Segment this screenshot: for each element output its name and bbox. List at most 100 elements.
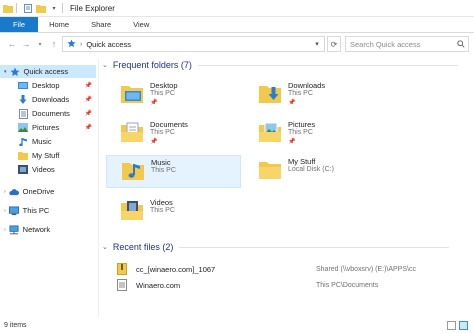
sidebar-item-onedrive[interactable]: › OneDrive [0, 185, 96, 198]
item-count: 9 items [4, 322, 27, 329]
archive-file-icon [116, 263, 128, 275]
chevron-down-icon[interactable]: ⌄ [102, 61, 108, 69]
folder-icon [18, 151, 28, 161]
text-file-icon [116, 279, 128, 291]
folder-name: Pictures [288, 120, 316, 129]
sidebar-item-label: Network [22, 225, 51, 234]
tiles-view-icon[interactable] [459, 321, 468, 330]
pin-icon: 📌 [150, 139, 158, 145]
recent-locations-icon[interactable]: ▾ [33, 37, 47, 51]
sidebar-item-music[interactable]: Music [0, 135, 96, 148]
documents-folder-icon [120, 120, 144, 144]
sidebar-item-label: Quick access [23, 67, 69, 76]
window-title: File Explorer [70, 3, 115, 13]
divider [179, 246, 450, 248]
sidebar-item-label: Music [32, 137, 52, 146]
folder-location: This PC [288, 90, 313, 97]
computer-icon [8, 205, 19, 216]
file-path: Shared (\\vboxsrv) (E:)\APPS\cc [316, 265, 416, 273]
cloud-icon [9, 187, 19, 197]
sidebar-item-this-pc[interactable]: › This PC [0, 204, 96, 217]
tab-view[interactable]: View [122, 17, 160, 32]
pin-icon: 📌 [84, 125, 92, 131]
list-item[interactable]: Winaero.com This PC\Documents [116, 278, 456, 292]
title-bar: ▾ File Explorer [0, 0, 474, 17]
chevron-right-icon[interactable]: › [4, 208, 6, 214]
back-arrow-icon[interactable]: ← [5, 37, 19, 51]
folder-name: My Stuff [288, 157, 316, 166]
properties-icon[interactable] [23, 3, 33, 13]
chevron-down-icon[interactable]: ▾ [4, 69, 7, 75]
chevron-right-icon[interactable]: › [4, 189, 6, 195]
tab-share[interactable]: Share [80, 17, 122, 32]
sidebar-item-downloads[interactable]: Downloads 📌 [0, 93, 96, 106]
chevron-down-icon[interactable]: ▾ [310, 40, 324, 48]
list-item[interactable]: cc_[winaero.com]_1067 Shared (\\vboxsrv)… [116, 262, 456, 276]
pin-icon: 📌 [84, 97, 92, 103]
folder-name: Desktop [150, 81, 178, 90]
folder-tile-desktop[interactable]: Desktop This PC 📌 [106, 79, 240, 109]
folder-tile-my-stuff[interactable]: My Stuff Local Disk (C:) [244, 155, 378, 185]
music-folder-icon [18, 137, 28, 147]
star-icon [10, 67, 20, 77]
sidebar-item-my-stuff[interactable]: My Stuff [0, 149, 96, 162]
divider [16, 3, 17, 13]
chevron-down-icon[interactable]: ⌄ [102, 243, 108, 251]
pane-divider[interactable] [98, 58, 99, 318]
search-input[interactable]: Search Quick access [345, 36, 469, 52]
frequent-folders-header[interactable]: ⌄ Frequent folders (7) [100, 60, 458, 70]
download-folder-icon [258, 81, 282, 105]
search-icon [454, 40, 468, 48]
desktop-folder-icon [18, 81, 28, 91]
folder-tile-music[interactable]: Music This PC [106, 155, 241, 188]
folder-icon [258, 157, 282, 181]
sidebar-item-label: This PC [22, 206, 50, 215]
folder-location: This PC [150, 90, 175, 97]
refresh-button[interactable]: ⟳ [327, 36, 341, 52]
file-name: Winaero.com [136, 280, 181, 290]
forward-arrow-icon[interactable]: → [19, 37, 33, 51]
up-arrow-icon[interactable]: ↑ [47, 37, 61, 51]
customize-quick-access-icon[interactable]: ▾ [49, 3, 59, 13]
sidebar-item-videos[interactable]: Videos [0, 163, 96, 176]
folder-tile-pictures[interactable]: Pictures This PC 📌 [244, 118, 378, 148]
details-view-icon[interactable] [447, 321, 456, 330]
folder-tile-documents[interactable]: Documents This PC 📌 [106, 118, 240, 148]
new-folder-icon[interactable] [36, 3, 46, 13]
sidebar-item-network[interactable]: › Network [0, 223, 96, 236]
sidebar-item-quick-access[interactable]: ▾ Quick access [0, 65, 96, 78]
pin-icon: 📌 [288, 100, 296, 106]
sidebar-item-pictures[interactable]: Pictures 📌 [0, 121, 96, 134]
pin-icon: 📌 [84, 83, 92, 89]
sidebar-item-desktop[interactable]: Desktop 📌 [0, 79, 96, 92]
folder-name: Documents [150, 120, 188, 129]
network-icon [9, 224, 19, 235]
sidebar-item-label: My Stuff [32, 151, 60, 160]
sidebar-item-label: Desktop [32, 81, 60, 90]
folder-tile-downloads[interactable]: Downloads This PC 📌 [244, 79, 378, 109]
music-folder-icon [121, 158, 145, 182]
navigation-pane: ▾ Quick access Desktop 📌 Downloads 📌 Doc… [0, 58, 98, 318]
folder-location: This PC [150, 207, 175, 214]
recent-files-header[interactable]: ⌄ Recent files (2) [100, 242, 450, 252]
sidebar-item-label: Downloads [32, 95, 70, 104]
chevron-right-icon[interactable]: › [4, 227, 6, 233]
sidebar-item-label: Documents [32, 109, 70, 118]
breadcrumb-separator: › [80, 40, 83, 48]
tab-home[interactable]: Home [38, 17, 80, 32]
status-bar: 9 items [0, 318, 474, 333]
folder-name: Downloads [288, 81, 326, 90]
folder-tile-videos[interactable]: Videos This PC [106, 196, 240, 226]
folder-location: This PC [288, 129, 313, 136]
star-icon [67, 38, 76, 50]
sidebar-item-label: Pictures [32, 123, 60, 132]
videos-folder-icon [18, 165, 28, 175]
address-bar[interactable]: › Quick access ▾ [62, 36, 325, 52]
tab-file[interactable]: File [0, 17, 39, 32]
folder-location: This PC [151, 167, 176, 174]
breadcrumb[interactable]: Quick access [86, 40, 131, 49]
pictures-folder-icon [258, 120, 282, 144]
section-title: Frequent folders (7) [112, 60, 192, 70]
sidebar-item-documents[interactable]: Documents 📌 [0, 107, 96, 120]
sidebar-item-label: OneDrive [22, 187, 55, 196]
